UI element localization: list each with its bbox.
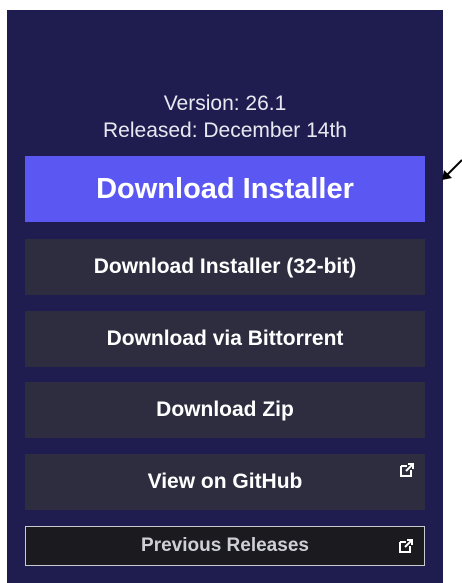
download-installer-32bit-button[interactable]: Download Installer (32-bit) [25,239,425,295]
screenshot-stage: Version: 26.1 Released: December 14th Do… [0,0,462,583]
previous-releases-label: Previous Releases [141,535,309,556]
download-installer-label: Download Installer [96,172,354,205]
download-bittorrent-button[interactable]: Download via Bittorrent [25,311,425,367]
download-bittorrent-label: Download via Bittorrent [106,327,344,350]
download-zip-label: Download Zip [156,398,294,421]
external-link-icon [400,463,414,477]
download-panel: Version: 26.1 Released: December 14th Do… [7,10,443,583]
download-installer-32bit-label: Download Installer (32-bit) [93,255,357,278]
release-date-text: Released: December 14th [103,119,347,142]
previous-releases-button[interactable]: Previous Releases [25,526,425,566]
release-info: Version: 26.1 Released: December 14th [7,90,443,144]
view-on-github-button[interactable]: View on GitHub [25,454,425,510]
download-installer-button[interactable]: Download Installer [25,156,425,222]
view-on-github-label: View on GitHub [147,470,303,493]
download-zip-button[interactable]: Download Zip [25,382,425,438]
external-link-icon [399,539,413,553]
arrow-icon [442,159,462,180]
version-text: Version: 26.1 [163,92,287,115]
